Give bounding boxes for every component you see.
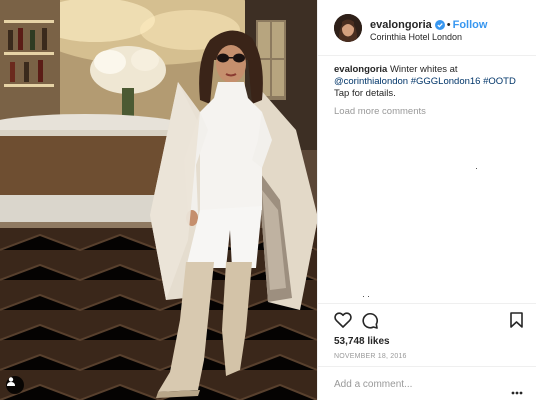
caption: evalongoria Winter whites at @corinthial… bbox=[334, 64, 530, 100]
likes-count[interactable]: 53,748 likes bbox=[334, 336, 390, 347]
location-link[interactable]: Corinthia Hotel London bbox=[370, 32, 462, 42]
speck bbox=[368, 296, 369, 297]
caption-username[interactable]: evalongoria bbox=[334, 64, 387, 75]
caption-text-after: Tap for details. bbox=[334, 88, 396, 99]
username-link[interactable]: evalongoria bbox=[370, 19, 432, 31]
caption-hashtag[interactable]: #GGGLondon16 bbox=[408, 76, 481, 87]
post-photo[interactable] bbox=[0, 0, 317, 400]
separator-dot: • bbox=[446, 19, 451, 31]
caption-text: Winter whites at bbox=[387, 64, 458, 75]
post-date: NOVEMBER 18, 2016 bbox=[334, 353, 407, 360]
comment-bubble-icon[interactable] bbox=[361, 312, 378, 334]
post-header: evalongoria • Follow Corinthia Hotel Londo… bbox=[318, 0, 536, 56]
speck bbox=[363, 296, 364, 297]
speck bbox=[476, 168, 477, 169]
username-row: evalongoria • Follow bbox=[370, 15, 487, 31]
bookmark-icon[interactable] bbox=[510, 312, 523, 333]
avatar[interactable] bbox=[334, 14, 362, 42]
photo-illustration bbox=[0, 0, 317, 400]
comment-input[interactable] bbox=[334, 375, 494, 393]
user-tag-icon[interactable] bbox=[6, 376, 24, 394]
follow-button[interactable]: Follow bbox=[453, 19, 488, 31]
heart-icon[interactable] bbox=[334, 312, 352, 333]
more-options-icon[interactable] bbox=[511, 382, 523, 400]
caption-hashtag[interactable]: #OOTD bbox=[480, 76, 516, 87]
post-side-panel: evalongoria • Follow Corinthia Hotel Londo… bbox=[317, 0, 536, 400]
comment-bar bbox=[318, 366, 536, 400]
load-more-comments-button[interactable]: Load more comments bbox=[334, 106, 426, 117]
action-bar bbox=[318, 303, 536, 333]
caption-mention[interactable]: @corinthialondon bbox=[334, 76, 408, 87]
